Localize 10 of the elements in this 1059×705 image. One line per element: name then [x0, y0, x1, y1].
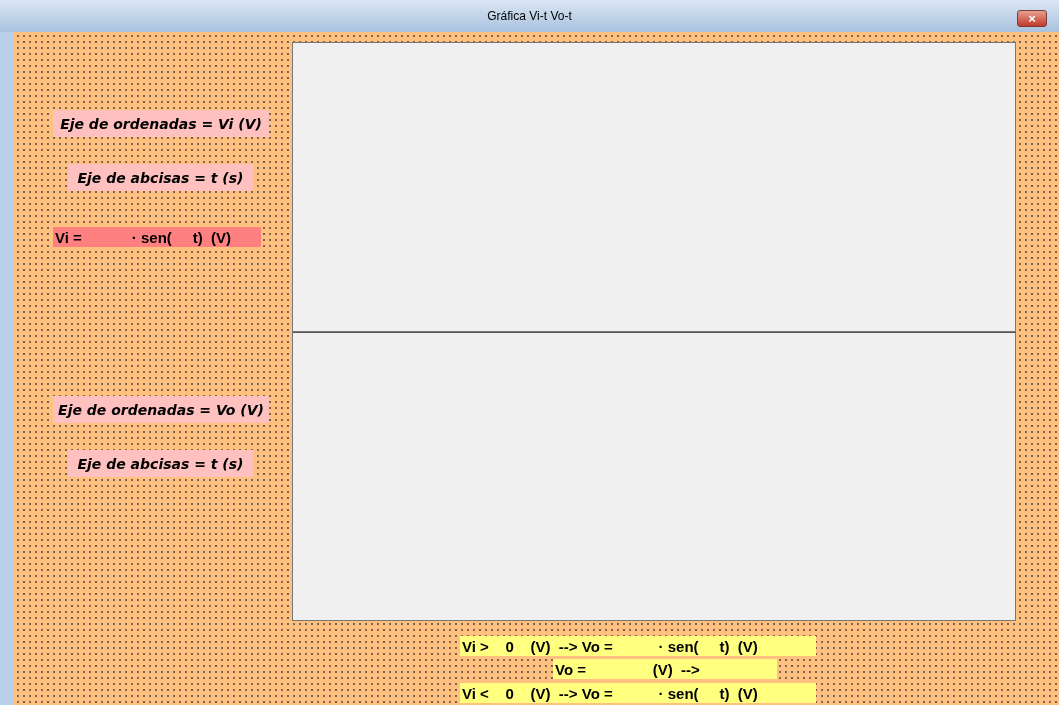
- axis-label: Eje de abcisas = t (s): [68, 450, 253, 477]
- axis-label: Eje de ordenadas = Vo (V): [53, 396, 269, 423]
- equation-label: Vi > 0 (V) --> Vo = · sen( t) (V): [460, 636, 816, 656]
- equation-label: Vi = · sen( t) (V): [53, 227, 261, 247]
- close-button[interactable]: ×: [1017, 10, 1047, 27]
- axis-label: Eje de ordenadas = Vi (V): [53, 110, 269, 137]
- equation-label: Vi < 0 (V) --> Vo = · sen( t) (V): [460, 683, 816, 703]
- window-title: Gráfica Vi-t Vo-t: [487, 9, 572, 23]
- axis-label: Eje de abcisas = t (s): [68, 164, 253, 191]
- equation-label: Vo = (V) -->: [553, 659, 777, 679]
